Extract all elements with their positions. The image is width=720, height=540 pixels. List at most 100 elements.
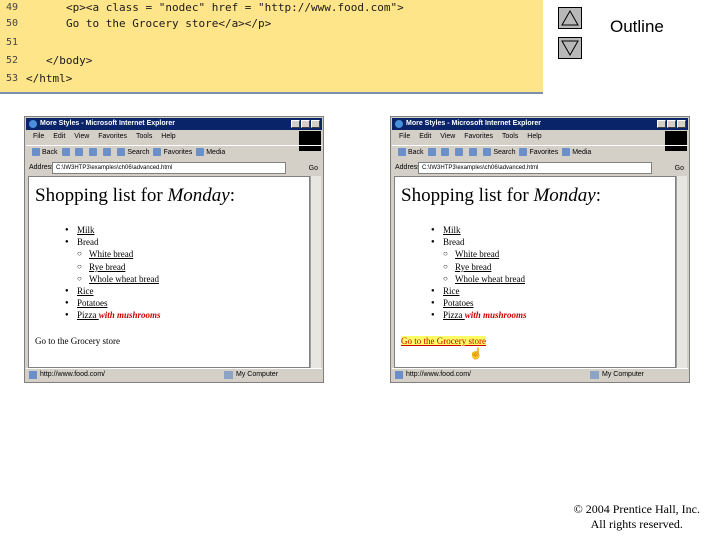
back-icon[interactable] xyxy=(32,148,40,157)
list-item: Potatoes xyxy=(431,297,527,309)
stop-icon[interactable] xyxy=(75,148,84,157)
copyright-line: All rights reserved. xyxy=(590,517,683,531)
search-button[interactable]: Search xyxy=(493,149,515,156)
code-text: </html> xyxy=(26,72,73,85)
title-bar: More Styles - Microsoft Internet Explore… xyxy=(26,118,322,130)
go-button[interactable]: Go xyxy=(675,162,684,175)
stop-icon[interactable] xyxy=(441,148,450,157)
search-button[interactable]: Search xyxy=(127,149,149,156)
line-number: 52 xyxy=(6,55,19,66)
close-button[interactable] xyxy=(311,120,320,128)
media-icon[interactable] xyxy=(196,148,205,157)
menu-tools[interactable]: Tools xyxy=(502,133,518,140)
line-number: 50 xyxy=(6,18,19,29)
menu-edit[interactable]: Edit xyxy=(419,133,431,140)
triangle-up-icon xyxy=(561,10,579,26)
back-button[interactable]: Back xyxy=(42,149,58,156)
ie-icon xyxy=(29,120,37,128)
code-line: 51 xyxy=(0,34,543,52)
home-icon[interactable] xyxy=(103,148,112,157)
code-listing: 49 <p><a class = "nodec" href = "http://… xyxy=(0,0,543,94)
line-number: 53 xyxy=(6,73,19,84)
page-icon xyxy=(29,371,37,379)
list-item: Rye bread xyxy=(443,261,527,273)
shopping-list: Milk Bread White bread Rye bread Whole w… xyxy=(431,224,527,322)
address-input[interactable]: C:\IW3HTP3\examples\ch06\advanced.html xyxy=(52,162,286,174)
menu-tools[interactable]: Tools xyxy=(136,133,152,140)
list-item: Bread White bread Rye bread Whole wheat … xyxy=(65,236,161,285)
list-item: Bread White bread Rye bread Whole wheat … xyxy=(431,236,527,285)
grocery-store-link[interactable]: Go to the Grocery store xyxy=(401,336,486,346)
favorites-button[interactable]: Favorites xyxy=(529,149,558,156)
browser-window-left: More Styles - Microsoft Internet Explore… xyxy=(24,116,324,383)
menu-file[interactable]: File xyxy=(33,133,44,140)
shopping-list: Milk Bread White bread Rye bread Whole w… xyxy=(65,224,161,322)
address-bar: Address C:\IW3HTP3\examples\ch06\advance… xyxy=(26,161,322,174)
window-title: More Styles - Microsoft Internet Explore… xyxy=(406,120,541,127)
title-bar: More Styles - Microsoft Internet Explore… xyxy=(392,118,688,130)
vertical-scrollbar[interactable] xyxy=(676,176,687,368)
code-line: 50 Go to the Grocery store</a></p> xyxy=(0,15,543,33)
maximize-button[interactable] xyxy=(667,120,676,128)
minimize-button[interactable] xyxy=(657,120,666,128)
computer-icon xyxy=(224,371,233,379)
status-bar: http://www.food.com/ My Computer xyxy=(26,368,322,381)
hand-cursor-icon: ☝ xyxy=(469,348,483,360)
back-icon[interactable] xyxy=(398,148,406,157)
list-item: Whole wheat bread xyxy=(77,273,161,285)
list-item: Milk xyxy=(431,224,527,236)
refresh-icon[interactable] xyxy=(89,148,98,157)
go-button[interactable]: Go xyxy=(309,162,318,175)
page-content: Shopping list for Monday: Milk Bread Whi… xyxy=(28,176,310,368)
menu-help[interactable]: Help xyxy=(527,133,541,140)
refresh-icon[interactable] xyxy=(455,148,464,157)
menu-view[interactable]: View xyxy=(440,133,455,140)
list-item: Milk xyxy=(65,224,161,236)
next-slide-button[interactable] xyxy=(558,37,582,59)
search-icon[interactable] xyxy=(117,148,126,157)
code-text: Go to the Grocery store</a></p> xyxy=(66,17,272,30)
page-heading: Shopping list for Monday: xyxy=(35,185,236,206)
list-item: Whole wheat bread xyxy=(443,273,527,285)
vertical-scrollbar[interactable] xyxy=(310,176,321,368)
page-icon xyxy=(395,371,403,379)
triangle-down-icon xyxy=(561,40,579,56)
status-url: http://www.food.com/ xyxy=(40,371,105,378)
menu-help[interactable]: Help xyxy=(161,133,175,140)
list-item: Potatoes xyxy=(65,297,161,309)
menu-file[interactable]: File xyxy=(399,133,410,140)
favorites-icon[interactable] xyxy=(153,148,162,157)
previous-slide-button[interactable] xyxy=(558,7,582,29)
maximize-button[interactable] xyxy=(301,120,310,128)
close-button[interactable] xyxy=(677,120,686,128)
favorites-button[interactable]: Favorites xyxy=(163,149,192,156)
address-bar: Address C:\IW3HTP3\examples\ch06\advance… xyxy=(392,161,688,174)
forward-icon[interactable] xyxy=(427,148,436,157)
list-item: Pizza with mushrooms xyxy=(65,309,161,321)
menu-edit[interactable]: Edit xyxy=(53,133,65,140)
menu-favorites[interactable]: Favorites xyxy=(98,133,127,140)
menu-view[interactable]: View xyxy=(74,133,89,140)
media-button[interactable]: Media xyxy=(206,149,225,156)
toolbar: Back Search Favorites Media xyxy=(392,145,688,160)
home-icon[interactable] xyxy=(469,148,478,157)
media-icon[interactable] xyxy=(562,148,571,157)
list-item: Pizza with mushrooms xyxy=(431,309,527,321)
code-text: </body> xyxy=(46,54,93,67)
media-button[interactable]: Media xyxy=(572,149,591,156)
menu-bar: File Edit View Favorites Tools Help xyxy=(392,131,688,143)
list-item: Rice xyxy=(65,285,161,297)
outline-label[interactable]: Outline xyxy=(610,17,664,37)
favorites-icon[interactable] xyxy=(519,148,528,157)
status-zone: My Computer xyxy=(602,371,645,378)
address-label: Address xyxy=(29,164,55,171)
menu-favorites[interactable]: Favorites xyxy=(464,133,493,140)
status-bar: http://www.food.com/ My Computer xyxy=(392,368,688,381)
address-input[interactable]: C:\IW3HTP3\examples\ch06\advanced.html xyxy=(418,162,652,174)
back-button[interactable]: Back xyxy=(408,149,424,156)
minimize-button[interactable] xyxy=(291,120,300,128)
grocery-store-link[interactable]: Go to the Grocery store xyxy=(35,336,120,346)
list-item: White bread xyxy=(77,248,161,260)
search-icon[interactable] xyxy=(483,148,492,157)
forward-icon[interactable] xyxy=(61,148,70,157)
